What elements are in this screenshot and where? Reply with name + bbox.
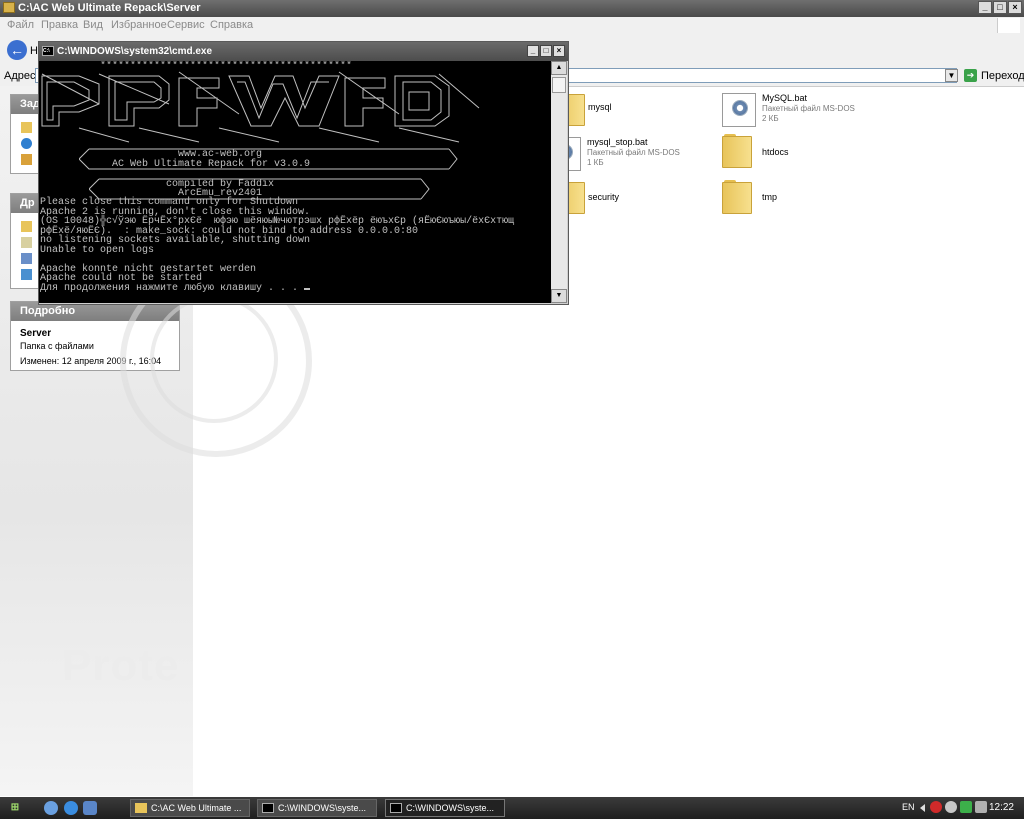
- folder-icon: [722, 180, 756, 214]
- taskbar-item-label: C:\AC Web Ultimate ...: [151, 803, 242, 813]
- minimize-button[interactable]: _: [527, 45, 539, 57]
- close-button[interactable]: ×: [553, 45, 565, 57]
- taskbar-item-cmd-1[interactable]: C:\WINDOWS\syste...: [257, 799, 377, 817]
- system-tray: EN 12:22: [878, 797, 1024, 819]
- console-line: Unable to open logs: [40, 244, 155, 256]
- folder-icon: [722, 134, 756, 168]
- close-button[interactable]: ×: [1008, 1, 1022, 14]
- documents-icon[interactable]: [21, 237, 32, 248]
- taskbar-item-label: C:\WINDOWS\syste...: [278, 803, 367, 813]
- batch-file-icon: [722, 93, 756, 127]
- console-icon: C:\: [42, 46, 54, 56]
- folder-icon[interactable]: [21, 221, 32, 232]
- security-center-icon[interactable]: [960, 801, 972, 813]
- scroll-thumb[interactable]: [552, 77, 566, 93]
- file-size: 1 КБ: [587, 158, 604, 167]
- folder-icon: [135, 803, 147, 813]
- taskbar: ⊞ C:\AC Web Ultimate ... C:\WINDOWS\syst…: [0, 797, 1024, 819]
- file-size: 2 КБ: [762, 114, 779, 123]
- menu-tools[interactable]: Сервис: [167, 19, 205, 31]
- file-name: tmp: [762, 192, 778, 202]
- minimize-button[interactable]: _: [978, 1, 992, 14]
- taskbar-item-explorer[interactable]: C:\AC Web Ultimate ...: [130, 799, 250, 817]
- antivirus-icon[interactable]: [930, 801, 942, 813]
- clock[interactable]: 12:22: [989, 802, 1014, 813]
- scroll-down-icon[interactable]: ▼: [551, 289, 567, 303]
- desktop-icon[interactable]: [44, 801, 58, 815]
- explorer-titlebar[interactable]: C:\AC Web Ultimate Repack\Server _ □ ×: [0, 0, 1024, 17]
- menu-favorites[interactable]: Избранное: [111, 19, 167, 31]
- cmd-title: C:\WINDOWS\system32\cmd.exe: [57, 46, 213, 57]
- share-folder-icon[interactable]: [21, 154, 32, 165]
- publish-web-icon[interactable]: [21, 138, 32, 149]
- folder-icon: [3, 2, 15, 13]
- maximize-button[interactable]: □: [540, 45, 552, 57]
- start-button[interactable]: ⊞: [3, 800, 27, 816]
- console-icon: [390, 803, 402, 813]
- show-hidden-icons-icon[interactable]: [920, 804, 925, 812]
- menu-file[interactable]: Файл: [7, 19, 34, 31]
- watermark-ring: [150, 295, 278, 423]
- console-line: AC Web Ultimate Repack for v3.0.9: [40, 159, 311, 170]
- new-folder-icon[interactable]: [21, 122, 32, 133]
- language-indicator[interactable]: EN: [902, 802, 915, 812]
- internet-explorer-icon[interactable]: [64, 801, 78, 815]
- vertical-scrollbar[interactable]: ▲ ▼: [551, 61, 567, 303]
- console-prompt-line: Для продолжения нажмите любую клавишу . …: [40, 282, 311, 294]
- taskbar-item-label: C:\WINDOWS\syste...: [406, 803, 495, 813]
- file-name: security: [588, 192, 620, 202]
- file-type: Пакетный файл MS-DOS: [762, 104, 855, 113]
- console-line: Для продолжения нажмите любую клавишу . …: [40, 282, 305, 294]
- go-button-label[interactable]: Переход: [981, 70, 1024, 82]
- file-name: MySQL.bat: [762, 93, 808, 103]
- file-name: htdocs: [762, 147, 789, 157]
- cmd-window[interactable]: C:\ C:\WINDOWS\system32\cmd.exe _ □ × **…: [38, 41, 569, 305]
- taskbar-item-cmd-2[interactable]: C:\WINDOWS\syste...: [385, 799, 505, 817]
- volume-icon[interactable]: [975, 801, 987, 813]
- menubar: Файл Правка Вид Избранное Сервис Справка: [0, 17, 1024, 34]
- chevron-down-icon[interactable]: ▼: [945, 69, 958, 82]
- console-icon: [262, 803, 274, 813]
- file-name: mysql: [588, 102, 612, 112]
- cmd-titlebar[interactable]: C:\ C:\WINDOWS\system32\cmd.exe _ □ ×: [39, 42, 568, 61]
- file-type: Пакетный файл MS-DOS: [587, 148, 680, 157]
- ascii-art-logo: [41, 71, 480, 143]
- address-label: Адрес:: [4, 70, 39, 82]
- text-cursor: [304, 287, 311, 290]
- menu-help[interactable]: Справка: [210, 19, 253, 31]
- my-computer-icon[interactable]: [21, 253, 32, 264]
- windows-logo-icon: [997, 18, 1020, 33]
- console-output[interactable]: ****************************************…: [39, 61, 551, 303]
- maximize-button[interactable]: □: [993, 1, 1007, 14]
- media-player-icon[interactable]: [83, 801, 97, 815]
- file-name: mysql_stop.bat: [587, 137, 648, 147]
- network-icon[interactable]: [945, 801, 957, 813]
- menu-view[interactable]: Вид: [83, 19, 103, 31]
- back-arrow-icon[interactable]: ←: [7, 40, 27, 60]
- menu-edit[interactable]: Правка: [41, 19, 78, 31]
- watermark-text: Prote: [62, 641, 180, 690]
- back-button-label[interactable]: Н: [30, 45, 38, 57]
- scroll-up-icon[interactable]: ▲: [551, 61, 567, 75]
- network-icon[interactable]: [21, 269, 32, 280]
- window-title: C:\AC Web Ultimate Repack\Server: [18, 2, 201, 14]
- go-arrow-icon[interactable]: ➔: [964, 69, 977, 82]
